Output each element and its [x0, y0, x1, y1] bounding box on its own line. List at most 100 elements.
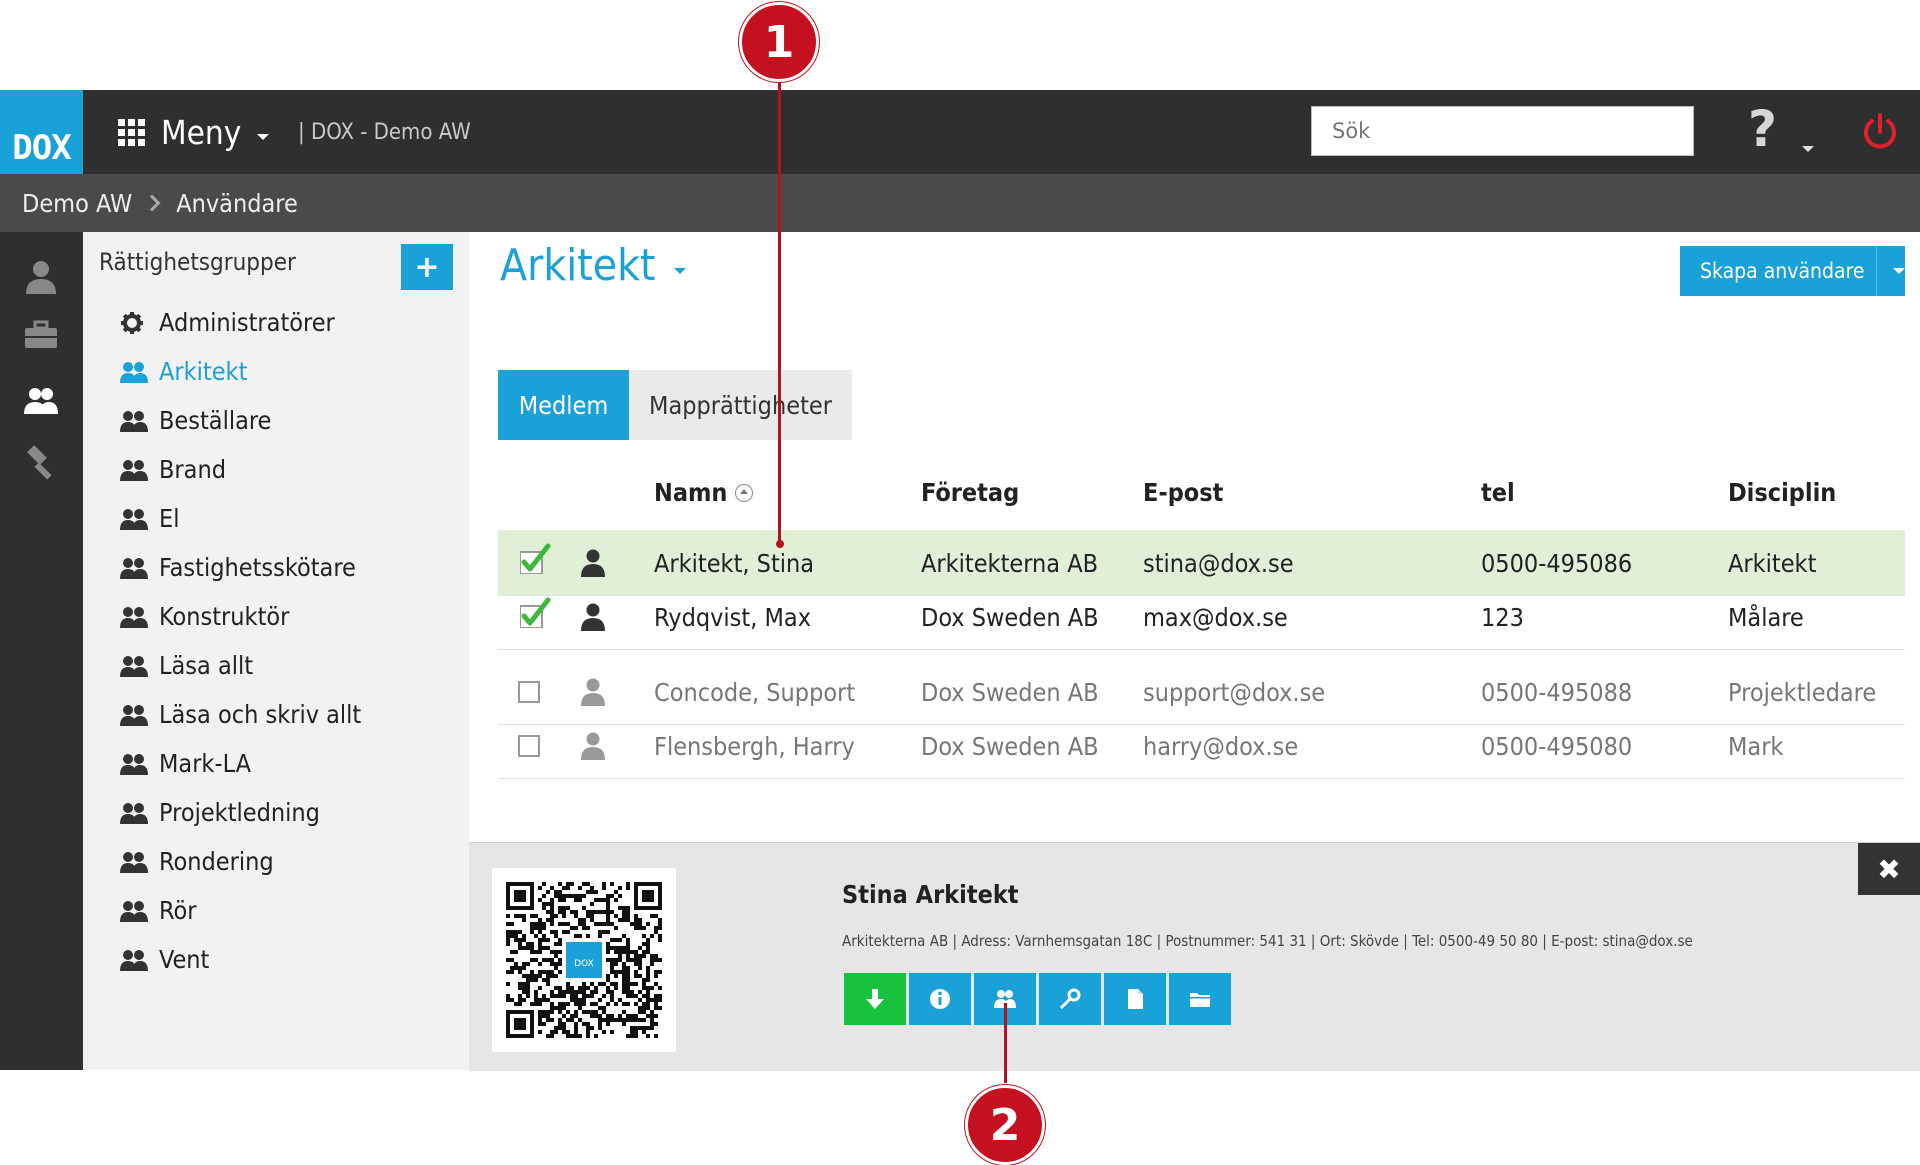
breadcrumb: Demo AW Användare [0, 174, 1920, 232]
group-item[interactable]: Rör [119, 886, 361, 935]
group-item[interactable]: Rondering [119, 837, 361, 886]
group-item-label: Läsa och skriv allt [159, 700, 362, 729]
group-title-dropdown[interactable]: Arkitekt [500, 240, 686, 291]
users-icon [120, 949, 148, 971]
qr-code: DOX [492, 868, 676, 1052]
users-icon [120, 802, 148, 824]
column-header-tel[interactable]: tel [1481, 478, 1515, 507]
group-item[interactable]: Fastighetsskötare [119, 543, 361, 592]
users-icon [120, 557, 148, 579]
column-header-discipline[interactable]: Disciplin [1728, 478, 1836, 507]
group-item-label: Fastighetsskötare [159, 553, 356, 582]
callout-line-1 [778, 74, 781, 544]
row-checkbox[interactable] [520, 596, 552, 628]
column-header-name-label: Namn [654, 478, 728, 507]
users-icon [120, 508, 148, 530]
group-item-label: Arkitekt [159, 357, 248, 386]
cell-email[interactable]: harry@dox.se [1143, 713, 1298, 779]
sort-ascending-icon[interactable] [735, 484, 754, 502]
user-icon [581, 603, 605, 631]
group-item-label: Vent [159, 945, 210, 974]
grid-icon [118, 118, 145, 146]
group-item[interactable]: Läsa allt [119, 641, 361, 690]
create-user-button[interactable]: Skapa användare [1680, 246, 1905, 296]
chevron-down-icon[interactable] [1893, 268, 1905, 274]
cell-name: Flensbergh, Harry [654, 731, 855, 761]
group-item-label: Konstruktör [159, 602, 290, 631]
tab-members[interactable]: Medlem [498, 370, 629, 440]
key-icon [1059, 988, 1081, 1010]
group-item[interactable]: Mark-LA [119, 739, 361, 788]
group-item-label: Projektledning [159, 798, 320, 827]
column-header-name[interactable]: Namn [654, 478, 754, 507]
cell-tel: 0500-495080 [1481, 731, 1633, 761]
close-button[interactable]: ✖ [1858, 843, 1920, 895]
app-window: DOX Meny | DOX - Demo AW ? Demo AW Använ… [0, 90, 1920, 1071]
search-input[interactable] [1311, 106, 1694, 156]
user-icon [581, 678, 605, 706]
button-divider [1876, 246, 1877, 296]
users-icon [120, 410, 148, 432]
users-icon [120, 655, 148, 677]
user-icon[interactable] [22, 258, 60, 296]
group-list: Administratörer Arkitekt Beställare Brand El… [119, 298, 361, 984]
tab-folder-permissions[interactable]: Mapprättigheter [629, 370, 852, 440]
row-divider [498, 778, 1905, 779]
add-group-button[interactable]: + [401, 244, 453, 290]
dox-logo[interactable]: DOX [0, 90, 83, 174]
cell-company: Dox Sweden AB [921, 731, 1099, 761]
group-item[interactable]: Vent [119, 935, 361, 984]
group-item[interactable]: Arkitekt [119, 347, 361, 396]
document-icon [1128, 989, 1143, 1009]
group-item-label: Administratörer [159, 308, 335, 337]
menu-button[interactable]: Meny [118, 90, 270, 174]
cell-email[interactable]: max@dox.se [1143, 584, 1288, 650]
help-button[interactable]: ? [1748, 100, 1777, 158]
group-item[interactable]: Projektledning [119, 788, 361, 837]
users-icon[interactable] [22, 382, 60, 420]
group-item-label: Beställare [159, 406, 272, 435]
detail-actions [844, 973, 1234, 1025]
group-item-label: Läsa allt [159, 651, 254, 680]
row-checkbox[interactable] [518, 681, 540, 703]
qr-logo-text: DOX [574, 959, 594, 969]
callout-1: 1 [739, 2, 819, 82]
row-checkbox[interactable] [520, 542, 552, 574]
group-item[interactable]: Beställare [119, 396, 361, 445]
column-header-email[interactable]: E-post [1143, 478, 1223, 507]
users-icon [120, 606, 148, 628]
users-icon [120, 704, 148, 726]
page-title: Arkitekt [500, 240, 656, 291]
group-item[interactable]: Brand [119, 445, 361, 494]
group-item[interactable]: Konstruktör [119, 592, 361, 641]
callout-line-2 [1004, 1003, 1007, 1083]
user-icon [581, 549, 605, 577]
group-item[interactable]: Administratörer [119, 298, 361, 347]
download-button[interactable] [844, 973, 906, 1025]
chevron-down-icon [257, 134, 270, 140]
user-detail-panel: DOX ✖ Stina Arkitekt Arkitekterna AB | A… [469, 842, 1920, 1071]
cell-tel: 123 [1481, 602, 1524, 632]
hammer-icon[interactable] [22, 444, 60, 482]
info-button[interactable] [909, 973, 971, 1025]
group-item[interactable]: El [119, 494, 361, 543]
group-item[interactable]: Läsa och skriv allt [119, 690, 361, 739]
chevron-down-icon[interactable] [1802, 146, 1814, 152]
folder-button[interactable] [1169, 973, 1231, 1025]
group-item-label: Mark-LA [159, 749, 252, 778]
breadcrumb-project[interactable]: Demo AW [22, 189, 132, 218]
briefcase-icon[interactable] [22, 316, 60, 354]
row-checkbox[interactable] [518, 735, 540, 757]
power-icon[interactable] [1860, 112, 1900, 152]
group-item-label: Rör [159, 896, 197, 925]
user-icon [581, 732, 605, 760]
column-header-company[interactable]: Företag [921, 478, 1019, 507]
create-user-label: Skapa användare [1700, 259, 1865, 283]
gear-icon [121, 311, 143, 334]
password-key-button[interactable] [1039, 973, 1101, 1025]
table-row[interactable]: Rydqvist, Max Dox Sweden AB max@dox.se 123 M… [498, 584, 1905, 650]
groups-title: Rättighetsgrupper [99, 248, 296, 276]
document-button[interactable] [1104, 973, 1166, 1025]
table-row[interactable]: Flensbergh, Harry Dox Sweden AB harry@dox.… [498, 713, 1905, 779]
group-item-label: Rondering [159, 847, 274, 876]
